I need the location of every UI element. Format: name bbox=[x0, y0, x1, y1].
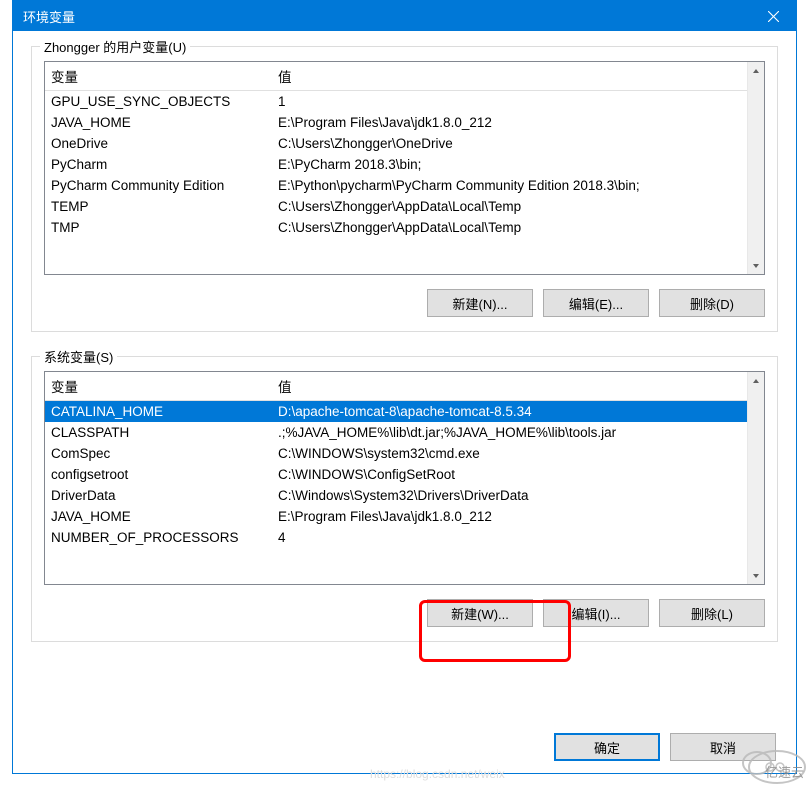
system-variables-table: 变量 值 CATALINA_HOMED:\apache-tomcat-8\apa… bbox=[45, 372, 747, 548]
table-row[interactable]: JAVA_HOMEE:\Program Files\Java\jdk1.8.0_… bbox=[45, 112, 747, 133]
user-variables-table-container: 变量 值 GPU_USE_SYNC_OBJECTS1JAVA_HOMEE:\Pr… bbox=[44, 61, 765, 275]
user-variables-table: 变量 值 GPU_USE_SYNC_OBJECTS1JAVA_HOMEE:\Pr… bbox=[45, 62, 747, 238]
header-name[interactable]: 变量 bbox=[45, 62, 272, 91]
var-name-cell: JAVA_HOME bbox=[45, 112, 272, 133]
scroll-up-icon[interactable] bbox=[748, 372, 764, 389]
var-value-cell: 4 bbox=[272, 527, 747, 548]
user-table-scroll[interactable]: 变量 值 GPU_USE_SYNC_OBJECTS1JAVA_HOMEE:\Pr… bbox=[45, 62, 747, 274]
var-value-cell: 1 bbox=[272, 91, 747, 113]
var-value-cell: C:\Windows\System32\Drivers\DriverData bbox=[272, 485, 747, 506]
var-name-cell: ComSpec bbox=[45, 443, 272, 464]
var-name-cell: NUMBER_OF_PROCESSORS bbox=[45, 527, 272, 548]
scroll-up-icon[interactable] bbox=[748, 62, 764, 79]
scroll-track[interactable] bbox=[748, 79, 764, 257]
table-row[interactable]: DriverDataC:\Windows\System32\Drivers\Dr… bbox=[45, 485, 747, 506]
system-variables-table-container: 变量 值 CATALINA_HOMED:\apache-tomcat-8\apa… bbox=[44, 371, 765, 585]
var-value-cell: C:\Users\Zhongger\OneDrive bbox=[272, 133, 747, 154]
var-name-cell: PyCharm bbox=[45, 154, 272, 175]
header-value[interactable]: 值 bbox=[272, 372, 747, 401]
window-title: 环境变量 bbox=[23, 7, 75, 26]
table-row[interactable]: NUMBER_OF_PROCESSORS4 bbox=[45, 527, 747, 548]
ok-button[interactable]: 确定 bbox=[554, 733, 660, 761]
var-value-cell: .;%JAVA_HOME%\lib\dt.jar;%JAVA_HOME%\lib… bbox=[272, 422, 747, 443]
dialog-content: Zhongger 的用户变量(U) 变量 值 GPU_USE_SYNC_OBJE… bbox=[13, 31, 796, 773]
var-value-cell: E:\PyCharm 2018.3\bin; bbox=[272, 154, 747, 175]
header-name[interactable]: 变量 bbox=[45, 372, 272, 401]
user-new-button[interactable]: 新建(N)... bbox=[427, 289, 533, 317]
system-variables-group: 系统变量(S) 变量 值 CATALINA_HOMED:\apache-tomc… bbox=[31, 356, 778, 642]
user-variables-legend: Zhongger 的用户变量(U) bbox=[40, 37, 190, 56]
var-name-cell: configsetroot bbox=[45, 464, 272, 485]
dialog-button-row: 确定 取消 bbox=[31, 733, 778, 761]
var-value-cell: D:\apache-tomcat-8\apache-tomcat-8.5.34 bbox=[272, 401, 747, 423]
var-value-cell: C:\Users\Zhongger\AppData\Local\Temp bbox=[272, 217, 747, 238]
var-value-cell: E:\Program Files\Java\jdk1.8.0_212 bbox=[272, 112, 747, 133]
table-row[interactable]: TEMPC:\Users\Zhongger\AppData\Local\Temp bbox=[45, 196, 747, 217]
system-table-scroll[interactable]: 变量 值 CATALINA_HOMED:\apache-tomcat-8\apa… bbox=[45, 372, 747, 584]
table-header-row: 变量 值 bbox=[45, 372, 747, 401]
var-value-cell: E:\Program Files\Java\jdk1.8.0_212 bbox=[272, 506, 747, 527]
user-scrollbar[interactable] bbox=[747, 62, 764, 274]
scroll-down-icon[interactable] bbox=[748, 567, 764, 584]
var-name-cell: PyCharm Community Edition bbox=[45, 175, 272, 196]
table-row[interactable]: CATALINA_HOMED:\apache-tomcat-8\apache-t… bbox=[45, 401, 747, 423]
user-delete-button[interactable]: 删除(D) bbox=[659, 289, 765, 317]
user-button-row: 新建(N)... 编辑(E)... 删除(D) bbox=[44, 289, 765, 317]
system-delete-button[interactable]: 删除(L) bbox=[659, 599, 765, 627]
user-edit-button[interactable]: 编辑(E)... bbox=[543, 289, 649, 317]
user-variables-group: Zhongger 的用户变量(U) 变量 值 GPU_USE_SYNC_OBJE… bbox=[31, 46, 778, 332]
table-row[interactable]: JAVA_HOMEE:\Program Files\Java\jdk1.8.0_… bbox=[45, 506, 747, 527]
var-name-cell: CATALINA_HOME bbox=[45, 401, 272, 423]
system-button-row: 新建(W)... 编辑(I)... 删除(L) bbox=[44, 599, 765, 627]
system-variables-legend: 系统变量(S) bbox=[40, 347, 117, 366]
var-name-cell: OneDrive bbox=[45, 133, 272, 154]
close-button[interactable] bbox=[751, 1, 796, 31]
system-new-button[interactable]: 新建(W)... bbox=[427, 599, 533, 627]
scroll-track[interactable] bbox=[748, 389, 764, 567]
table-row[interactable]: TMPC:\Users\Zhongger\AppData\Local\Temp bbox=[45, 217, 747, 238]
system-scrollbar[interactable] bbox=[747, 372, 764, 584]
table-row[interactable]: configsetrootC:\WINDOWS\ConfigSetRoot bbox=[45, 464, 747, 485]
var-value-cell: C:\WINDOWS\ConfigSetRoot bbox=[272, 464, 747, 485]
var-value-cell: E:\Python\pycharm\PyCharm Community Edit… bbox=[272, 175, 747, 196]
close-icon bbox=[768, 11, 779, 22]
header-value[interactable]: 值 bbox=[272, 62, 747, 91]
table-row[interactable]: OneDriveC:\Users\Zhongger\OneDrive bbox=[45, 133, 747, 154]
titlebar: 环境变量 bbox=[13, 1, 796, 31]
var-value-cell: C:\Users\Zhongger\AppData\Local\Temp bbox=[272, 196, 747, 217]
var-name-cell: TMP bbox=[45, 217, 272, 238]
table-row[interactable]: GPU_USE_SYNC_OBJECTS1 bbox=[45, 91, 747, 113]
table-header-row: 变量 值 bbox=[45, 62, 747, 91]
cancel-button[interactable]: 取消 bbox=[670, 733, 776, 761]
var-name-cell: TEMP bbox=[45, 196, 272, 217]
table-row[interactable]: PyCharm Community EditionE:\Python\pycha… bbox=[45, 175, 747, 196]
var-name-cell: JAVA_HOME bbox=[45, 506, 272, 527]
table-row[interactable]: ComSpecC:\WINDOWS\system32\cmd.exe bbox=[45, 443, 747, 464]
var-name-cell: DriverData bbox=[45, 485, 272, 506]
var-name-cell: GPU_USE_SYNC_OBJECTS bbox=[45, 91, 272, 113]
table-row[interactable]: CLASSPATH.;%JAVA_HOME%\lib\dt.jar;%JAVA_… bbox=[45, 422, 747, 443]
table-row[interactable]: PyCharmE:\PyCharm 2018.3\bin; bbox=[45, 154, 747, 175]
scroll-down-icon[interactable] bbox=[748, 257, 764, 274]
var-value-cell: C:\WINDOWS\system32\cmd.exe bbox=[272, 443, 747, 464]
env-var-dialog: 环境变量 Zhongger 的用户变量(U) 变量 值 GPU_ bbox=[12, 0, 797, 774]
system-edit-button[interactable]: 编辑(I)... bbox=[543, 599, 649, 627]
var-name-cell: CLASSPATH bbox=[45, 422, 272, 443]
